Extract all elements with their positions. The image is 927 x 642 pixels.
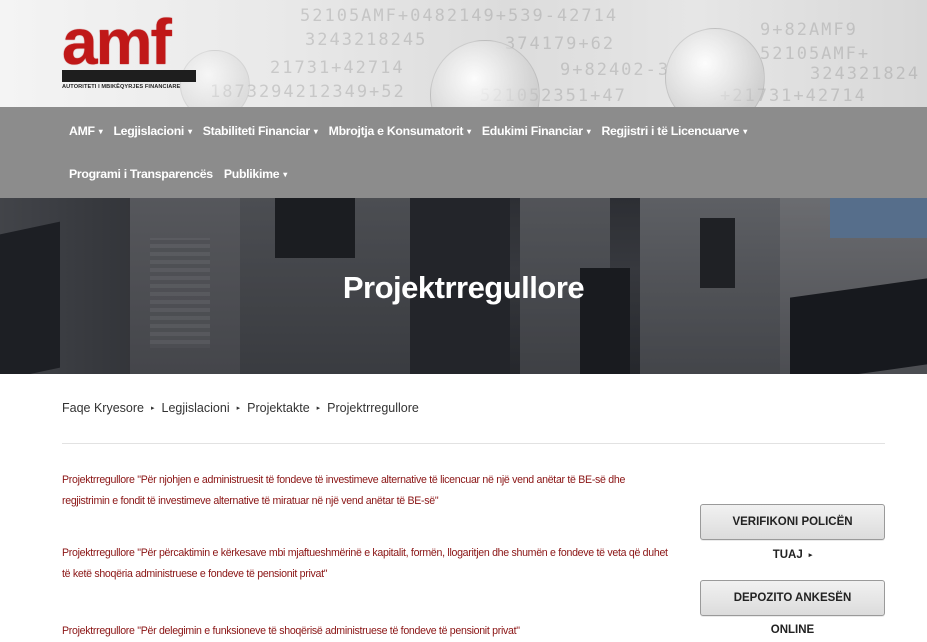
file-complaint-sub-label: ONLINE: [770, 624, 815, 636]
chevron-down-icon: ▾: [313, 127, 318, 136]
arrow-right-icon: ▸: [808, 552, 813, 559]
nav-row-secondary: Programi i Transparencës Publikime ▾: [69, 164, 298, 184]
bg-number-strip: 21731+42714: [270, 58, 405, 78]
verify-policy-sub-link[interactable]: TUAJ ▸: [700, 549, 885, 561]
chevron-down-icon: ▾: [98, 127, 103, 136]
logo-subtitle: AUTORITETI I MBIKËQYRJES FINANCIARE: [62, 84, 181, 90]
nav-item-regjistri[interactable]: Regjistri i të Licencuarve ▾: [601, 124, 747, 138]
bg-number-strip: 52105AMF+0482149+539-42714: [300, 6, 619, 26]
hero-banner: Projektrregullore: [0, 198, 927, 374]
logo-wordmark: amf: [62, 6, 172, 78]
verify-policy-button[interactable]: VERIFIKONI POLICËN: [700, 504, 885, 540]
chevron-down-icon: ▾: [743, 127, 747, 136]
chevron-right-icon: ▸: [150, 405, 155, 412]
chevron-down-icon: ▾: [188, 127, 192, 136]
nav-item-stabiliteti-financiar[interactable]: Stabiliteti Financiar ▾: [203, 124, 318, 138]
document-link[interactable]: Projektrregullore "Për njohjen e adminis…: [62, 470, 672, 512]
page-title: Projektrregullore: [342, 270, 585, 305]
nav-row-primary: AMF ▾ Legjislacioni ▾ Stabiliteti Financia…: [69, 121, 758, 141]
amf-logo[interactable]: amf AUTORITETI I MBIKËQYRJES FINANCIARE: [62, 6, 196, 92]
nav-item-mbrojtja-e-konsumatorit[interactable]: Mbrojtja e Konsumatorit ▾: [329, 124, 472, 138]
chevron-down-icon: ▾: [586, 127, 591, 136]
breadcrumb-home[interactable]: Faqe Kryesore: [62, 401, 144, 415]
bg-number-strip: 3243218245: [305, 30, 428, 50]
bg-number-strip: 374179+62: [505, 34, 616, 54]
chevron-right-icon: ▸: [316, 405, 321, 412]
nav-item-amf[interactable]: AMF ▾: [69, 124, 103, 138]
site-header: 52105AMF+0482149+539-42714 3243218245 21…: [0, 0, 927, 107]
nav-item-edukimi-financiar[interactable]: Edukimi Financiar ▾: [482, 124, 591, 138]
document-link[interactable]: Projektrregullore "Për përcaktimin e kër…: [62, 543, 672, 585]
nav-item-programi-transparences[interactable]: Programi i Transparencës: [69, 167, 213, 181]
bg-number-strip: 52105AMF+: [760, 44, 871, 64]
divider: [62, 443, 885, 444]
chevron-down-icon: ▾: [283, 170, 287, 179]
file-complaint-button[interactable]: DEPOZITO ANKESËN: [700, 580, 885, 616]
chevron-down-icon: ▾: [467, 127, 471, 136]
chevron-right-icon: ▸: [236, 405, 241, 412]
bg-number-strip: 9+82402-3: [560, 60, 671, 80]
breadcrumb-legjislacioni[interactable]: Legjislacioni: [162, 401, 230, 415]
bg-number-strip: 9+82AMF9: [760, 20, 858, 40]
nav-item-publikime[interactable]: Publikime ▾: [224, 167, 287, 181]
bg-number-strip: 324321824: [810, 64, 921, 84]
breadcrumb-projektakte[interactable]: Projektakte: [247, 401, 310, 415]
breadcrumb-current: Projektrregullore: [327, 401, 419, 415]
document-link[interactable]: Projektrregullore "Për delegimin e funks…: [62, 621, 672, 642]
logo-bar: [62, 70, 196, 82]
main-navigation: AMF ▾ Legjislacioni ▾ Stabiliteti Financia…: [0, 107, 927, 198]
nav-item-legjislacioni[interactable]: Legjislacioni ▾: [113, 124, 192, 138]
breadcrumb: Faqe Kryesore ▸ Legjislacioni ▸ Projekta…: [62, 401, 419, 415]
